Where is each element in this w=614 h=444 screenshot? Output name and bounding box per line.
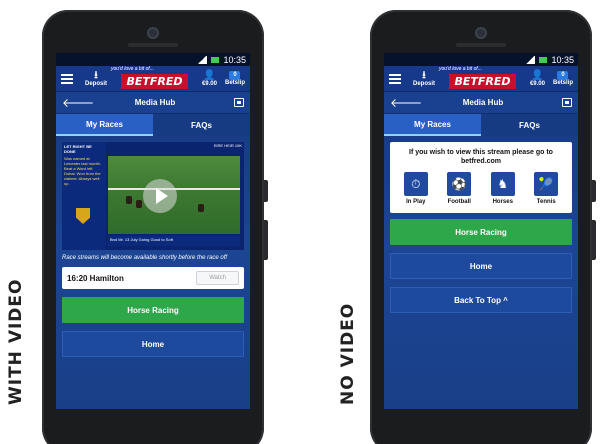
battery-icon [211,56,220,63]
video-bottom-info: Bnd Mr. 13 July Going Good to Soft [108,236,240,246]
race-name: 16:20 Hamilton [67,273,124,283]
stream-message: If you wish to view this stream please g… [409,149,553,165]
top-nav: ⭳ Deposit you'd love a bit of... BETFRED… [56,66,250,92]
tab-faqs[interactable]: FAQs [481,114,578,136]
account-button[interactable]: 👤 €9.00 [530,69,545,87]
horse [198,204,204,212]
signal-icon [525,55,536,64]
stream-unavailable-box: If you wish to view this stream please g… [390,142,572,213]
page-title: Media Hub [462,98,504,107]
tv-icon[interactable] [562,98,572,107]
football-icon: ⚽ [447,172,472,196]
betfred-logo[interactable]: you'd love a bit of... BETFRED [107,66,202,90]
tv-icon[interactable] [234,98,244,107]
horse-racing-button[interactable]: Horse Racing [390,219,572,245]
betslip-count: 0 [557,71,569,80]
sport-shortcuts: ⏱ In Play ⚽ Football ♞ Horses 🎾 Tennis [394,172,568,205]
clock: 10:35 [223,54,246,65]
video-player[interactable]: LET RIGHT BE DONE Was named at Leicester… [62,142,244,250]
tab-my-races[interactable]: My Races [384,114,481,136]
phone-with-video: 10:35 ⭳ Deposit you'd love a bit of... B… [42,10,268,444]
betslip-button[interactable]: 0 Betslip [553,71,573,86]
back-arrow-icon[interactable]: 🡐 [390,95,422,110]
deposit-button[interactable]: ⭳ Deposit [413,69,435,87]
stopwatch-icon: ⏱ [403,172,428,196]
watch-button[interactable]: Watch [196,271,239,285]
battery-icon [539,56,548,63]
race-row: 16:20 Hamilton Watch [62,267,244,289]
horse-racing-button[interactable]: Horse Racing [62,297,244,323]
tab-faqs[interactable]: FAQs [153,114,250,136]
phone-no-video: 10:35 ⭳ Deposit you'd love a bit of... B… [370,10,596,444]
horse [126,196,132,204]
media-hub-bar: 🡐 Media Hub [384,92,578,114]
tab-bar: My Races FAQs [384,114,578,136]
clock: 10:35 [551,54,574,65]
speaker-grill [128,43,178,47]
user-icon: 👤 [531,69,544,81]
sport-football[interactable]: ⚽ Football [447,172,472,205]
side-button [264,220,268,260]
no-video-label: NO VIDEO [338,302,358,405]
status-bar: 10:35 [56,53,250,66]
side-button [264,180,268,202]
tab-my-races[interactable]: My Races [56,114,153,136]
app-screen: 10:35 ⭳ Deposit you'd love a bit of... B… [384,53,578,409]
status-bar: 10:35 [384,53,578,66]
menu-icon[interactable] [389,73,401,84]
page-title: Media Hub [134,98,176,107]
horse [136,200,142,208]
betslip-count: 0 [229,71,241,80]
speaker-grill [456,43,506,47]
betslip-button[interactable]: 0 Betslip [225,71,245,86]
tennis-icon: 🎾 [534,172,559,196]
tab-bar: My Races FAQs [56,114,250,136]
back-to-top-button[interactable]: Back To Top ^ [390,287,572,313]
horse-icon: ♞ [490,172,515,196]
account-button[interactable]: 👤 €9.00 [202,69,217,87]
side-button [592,220,596,260]
signal-icon [197,55,208,64]
sport-horses[interactable]: ♞ Horses [490,172,515,205]
media-hub-bar: 🡐 Media Hub [56,92,250,114]
user-icon: 👤 [203,69,216,81]
play-icon[interactable] [143,179,177,213]
video-top-info: EIRE HEIR 10K [213,143,242,148]
camera-icon [475,27,487,39]
race-info-pane: LET RIGHT BE DONE Was named at Leicester… [62,142,106,250]
menu-icon[interactable] [61,73,73,84]
home-button[interactable]: Home [390,253,572,279]
with-video-label: WITH VIDEO [6,278,26,405]
download-icon: ⭳ [94,69,98,81]
deposit-button[interactable]: ⭳ Deposit [85,69,107,87]
home-button[interactable]: Home [62,331,244,357]
betfred-logo[interactable]: you'd love a bit of... BETFRED [435,66,530,90]
sport-in-play[interactable]: ⏱ In Play [403,172,428,205]
camera-icon [147,27,159,39]
stream-notice: Race streams will become available short… [62,255,228,261]
top-nav: ⭳ Deposit you'd love a bit of... BETFRED… [384,66,578,92]
sport-tennis[interactable]: 🎾 Tennis [534,172,559,205]
back-arrow-icon[interactable]: 🡐 [62,95,94,110]
side-button [592,180,596,202]
app-screen: 10:35 ⭳ Deposit you'd love a bit of... B… [56,53,250,409]
download-icon: ⭳ [422,69,426,81]
